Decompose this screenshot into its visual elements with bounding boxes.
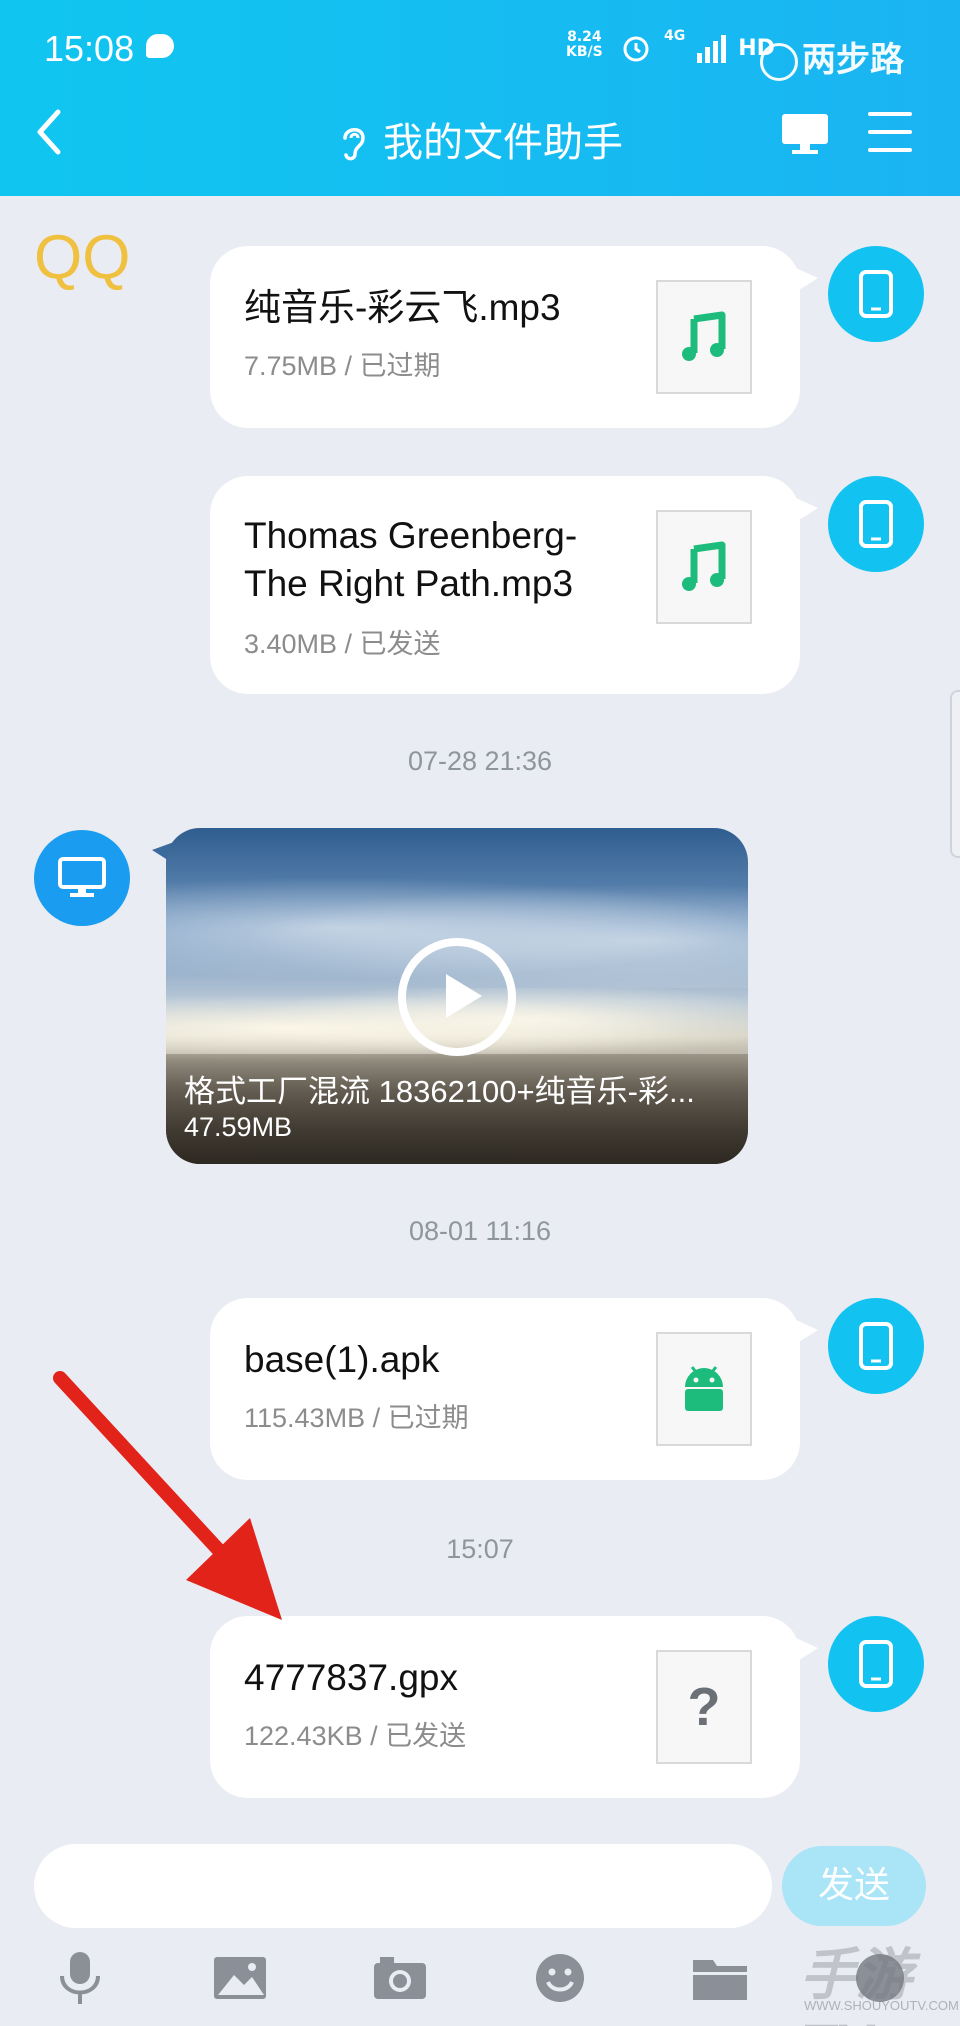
file-type-icon	[656, 510, 752, 624]
title-text: 我的文件助手	[383, 120, 623, 166]
monitor-icon	[782, 114, 828, 154]
pc-avatar[interactable]	[34, 830, 130, 926]
file-meta: 3.40MB / 已发送	[244, 629, 441, 659]
file-message[interactable]: 4777837.gpx 122.43KB / 已发送 ?	[210, 1616, 818, 1798]
bubble-tail	[796, 268, 818, 292]
file-name-line: The Right Path.mp3	[244, 563, 574, 604]
video-size: 47.59MB	[184, 1112, 293, 1142]
smartphone-icon	[859, 1640, 893, 1688]
video-message[interactable]: 格式工厂混流 18362100+纯音乐-彩... 47.59MB	[166, 828, 748, 1164]
file-name: 4777837.gpx	[244, 1657, 458, 1698]
image-button[interactable]	[210, 1948, 270, 2008]
file-type-icon	[656, 1332, 752, 1446]
chat-bubble-icon	[146, 34, 174, 58]
music-note-icon	[682, 311, 726, 361]
qq-watermark: QQ	[34, 223, 131, 292]
play-icon[interactable]	[398, 938, 516, 1056]
file-name-line: Thomas Greenberg-	[244, 515, 578, 556]
menu-button[interactable]	[868, 112, 912, 152]
phone-avatar[interactable]	[828, 1616, 924, 1712]
folder-button[interactable]	[690, 1948, 750, 2008]
phone-avatar[interactable]	[828, 476, 924, 572]
bubble-tail	[796, 1320, 818, 1344]
image-icon	[214, 1957, 266, 1999]
ear-icon	[343, 128, 365, 161]
speed-unit: KB/S	[566, 44, 603, 60]
music-note-icon	[682, 541, 726, 591]
video-name: 格式工厂混流 18362100+纯音乐-彩...	[184, 1074, 695, 1109]
red-arrow-annotation	[53, 1371, 282, 1620]
smartphone-icon	[859, 500, 893, 548]
menu-line	[868, 112, 912, 116]
location-pin-icon	[760, 42, 798, 81]
file-name: 纯音乐-彩云飞.mp3	[244, 287, 561, 328]
camera-icon	[374, 1957, 426, 1999]
network-speed: 8.24 KB/S	[566, 30, 603, 60]
file-message[interactable]: Thomas Greenberg- The Right Path.mp3 3.4…	[210, 476, 818, 694]
watermark-url: WWW.SHOUYOUTV.COM	[804, 1998, 959, 2013]
network-type: 4G	[664, 28, 686, 44]
file-type-icon	[656, 280, 752, 394]
file-message[interactable]: 纯音乐-彩云飞.mp3 7.75MB / 已过期	[210, 246, 818, 428]
send-button[interactable]: 发送	[782, 1846, 926, 1926]
emoji-icon	[536, 1954, 584, 2002]
file-type-icon: ?	[656, 1650, 752, 1764]
file-meta: 7.75MB / 已过期	[244, 351, 441, 381]
monitor-icon	[58, 857, 106, 897]
alarm-clock-icon	[623, 36, 649, 62]
emoji-button[interactable]	[530, 1948, 590, 2008]
timestamp: 08-01 11:16	[408, 1216, 552, 1246]
file-meta: 122.43KB / 已发送	[244, 1721, 467, 1751]
phone-avatar[interactable]	[828, 246, 924, 342]
bubble-tail	[796, 1638, 818, 1662]
smartphone-icon	[859, 270, 893, 318]
speed-value: 8.24	[567, 29, 602, 45]
question-mark-icon: ?	[687, 1677, 721, 1737]
header: 15:08 8.24 KB/S 4G HD 两步路 我的文件助手	[0, 0, 960, 196]
pc-button[interactable]	[780, 112, 830, 156]
status-time: 15:08	[44, 28, 135, 69]
signal-icon	[697, 33, 727, 63]
smartphone-icon	[859, 1322, 893, 1370]
watermark-liangbulu: 两步路	[760, 32, 904, 81]
menu-line	[868, 130, 912, 134]
microphone-button[interactable]	[50, 1948, 110, 2008]
timestamp: 07-28 21:36	[407, 746, 553, 776]
status-icons: 4G HD	[620, 28, 775, 68]
android-icon	[685, 1366, 723, 1411]
folder-icon	[693, 1960, 747, 2000]
microphone-icon	[60, 1952, 100, 2004]
bubble-tail	[796, 498, 818, 522]
menu-line	[868, 148, 912, 152]
camera-button[interactable]	[370, 1948, 430, 2008]
phone-avatar[interactable]	[828, 1298, 924, 1394]
scroll-handle[interactable]	[950, 690, 960, 858]
message-input[interactable]	[34, 1844, 772, 1928]
file-name: Thomas Greenberg- The Right Path.mp3	[244, 512, 577, 608]
